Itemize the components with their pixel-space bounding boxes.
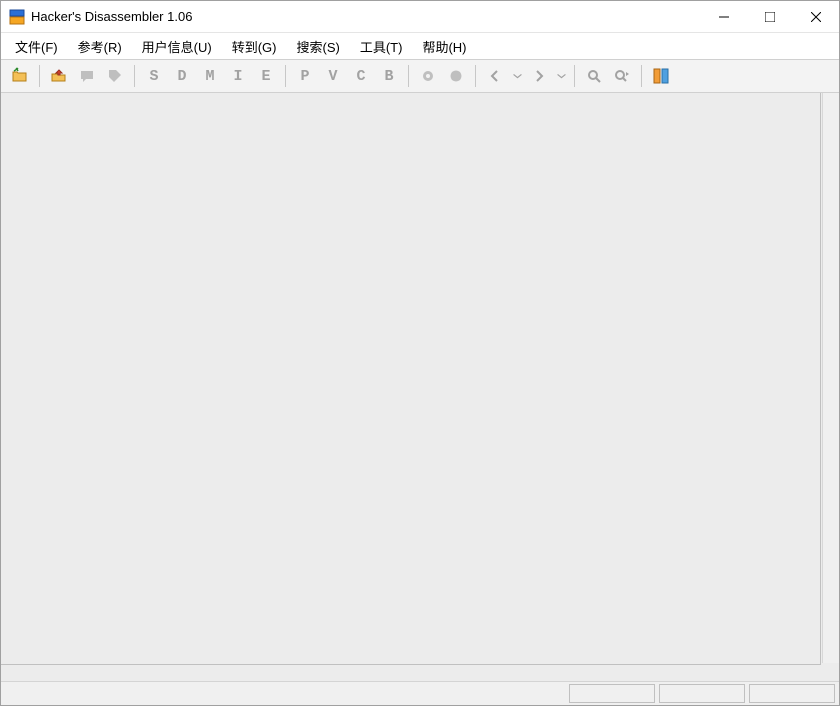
comment-button[interactable]: [74, 63, 100, 89]
search-next-button[interactable]: [609, 63, 635, 89]
toolbar-separator: [39, 65, 40, 87]
maximize-button[interactable]: [747, 1, 793, 32]
titlebar: Hacker's Disassembler 1.06: [1, 1, 839, 33]
search-button[interactable]: [581, 63, 607, 89]
letter-d-button[interactable]: D: [169, 63, 195, 89]
letter-p-button[interactable]: P: [292, 63, 318, 89]
menu-goto[interactable]: 转到(G): [224, 35, 285, 58]
menu-help[interactable]: 帮助(H): [414, 35, 474, 58]
toolbar-separator: [408, 65, 409, 87]
toolbar-separator: [134, 65, 135, 87]
statusbar: [1, 681, 839, 705]
window-title: Hacker's Disassembler 1.06: [31, 9, 701, 24]
status-pane-2: [659, 684, 745, 703]
app-icon: [9, 9, 25, 25]
gear-icon[interactable]: [415, 63, 441, 89]
window-controls: [701, 1, 839, 32]
blob-icon[interactable]: [443, 63, 469, 89]
toolbar-separator: [574, 65, 575, 87]
letter-s-button[interactable]: S: [141, 63, 167, 89]
status-pane-3: [749, 684, 835, 703]
letter-m-button[interactable]: M: [197, 63, 223, 89]
open-file-button[interactable]: [7, 63, 33, 89]
nav-back-button[interactable]: [482, 63, 508, 89]
menu-file[interactable]: 文件(F): [7, 35, 66, 58]
letter-e-button[interactable]: E: [253, 63, 279, 89]
toolbar-separator: [641, 65, 642, 87]
app-window: Hacker's Disassembler 1.06 文件(F) 参考(R) 用…: [0, 0, 840, 706]
status-pane-1: [569, 684, 655, 703]
nav-forward-dropdown[interactable]: [554, 63, 568, 89]
export-button[interactable]: [46, 63, 72, 89]
tag-button[interactable]: [102, 63, 128, 89]
nav-back-dropdown[interactable]: [510, 63, 524, 89]
toolbar: S D M I E P V C B: [1, 59, 839, 93]
menubar: 文件(F) 参考(R) 用户信息(U) 转到(G) 搜索(S) 工具(T) 帮助…: [1, 33, 839, 59]
letter-i-button[interactable]: I: [225, 63, 251, 89]
menu-tools[interactable]: 工具(T): [352, 35, 411, 58]
toolbar-separator: [285, 65, 286, 87]
close-button[interactable]: [793, 1, 839, 32]
module-view-button[interactable]: [648, 63, 674, 89]
letter-b-button[interactable]: B: [376, 63, 402, 89]
disassembly-view[interactable]: [1, 93, 821, 665]
menu-search[interactable]: 搜索(S): [288, 35, 347, 58]
letter-v-button[interactable]: V: [320, 63, 346, 89]
nav-forward-button[interactable]: [526, 63, 552, 89]
minimize-button[interactable]: [701, 1, 747, 32]
vertical-scrollbar[interactable]: [822, 93, 839, 663]
toolbar-separator: [475, 65, 476, 87]
menu-refs[interactable]: 参考(R): [70, 35, 130, 58]
menu-user[interactable]: 用户信息(U): [134, 35, 220, 58]
letter-c-button[interactable]: C: [348, 63, 374, 89]
content-area: [1, 93, 839, 705]
